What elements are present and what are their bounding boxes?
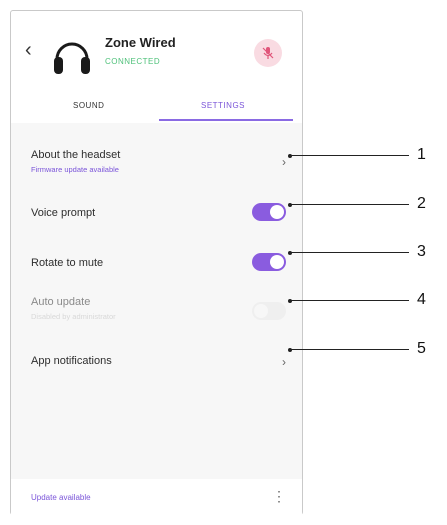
headset-icon xyxy=(54,42,90,74)
tab-bar: SOUND SETTINGS xyxy=(11,95,302,121)
voice-prompt-toggle[interactable] xyxy=(252,203,286,221)
rotate-to-mute-toggle[interactable] xyxy=(252,253,286,271)
callout-line-2 xyxy=(290,204,409,205)
tab-sound[interactable]: SOUND xyxy=(73,101,104,110)
update-available-link[interactable]: Update available xyxy=(31,493,91,502)
about-headset-label: About the headset xyxy=(31,149,121,161)
auto-update-row: Auto update Disabled by administrator xyxy=(31,296,286,321)
update-bar: Update available ⋮ xyxy=(11,479,302,515)
firmware-update-text: Firmware update available xyxy=(31,165,119,174)
app-header: ‹ Zone Wired CONNECTED xyxy=(11,11,302,95)
mic-muted-icon xyxy=(262,47,274,59)
settings-list: About the headset Firmware update availa… xyxy=(11,123,302,503)
connection-status: CONNECTED xyxy=(105,57,161,66)
callout-number-2: 2 xyxy=(417,195,426,212)
callout-line-5 xyxy=(290,349,409,350)
device-name: Zone Wired xyxy=(105,35,176,50)
chevron-right-icon: › xyxy=(282,355,286,369)
auto-update-subtext: Disabled by administrator xyxy=(31,312,116,321)
active-tab-indicator xyxy=(159,119,293,121)
app-notifications-label: App notifications xyxy=(31,355,112,367)
callout-line-3 xyxy=(290,252,409,253)
voice-prompt-label: Voice prompt xyxy=(31,207,96,219)
rotate-to-mute-label: Rotate to mute xyxy=(31,257,104,269)
mic-mute-button[interactable] xyxy=(254,39,282,67)
auto-update-label: Auto update xyxy=(31,296,91,308)
phone-frame: ‹ Zone Wired CONNECTED SOUND SETTINGS Ab… xyxy=(10,10,303,515)
callout-number-5: 5 xyxy=(417,340,426,357)
auto-update-toggle xyxy=(252,302,286,320)
callout-number-3: 3 xyxy=(417,243,426,260)
callout-number-1: 1 xyxy=(417,146,426,163)
callout-line-1 xyxy=(290,155,409,156)
callout-line-4 xyxy=(290,300,409,301)
back-icon[interactable]: ‹ xyxy=(25,39,32,62)
chevron-right-icon: › xyxy=(282,155,286,169)
tab-settings[interactable]: SETTINGS xyxy=(201,101,245,110)
app-notifications-row[interactable]: App notifications › xyxy=(31,355,286,369)
more-vertical-icon[interactable]: ⋮ xyxy=(272,489,286,503)
about-headset-row[interactable]: About the headset Firmware update availa… xyxy=(31,149,286,174)
voice-prompt-row: Voice prompt xyxy=(31,203,286,221)
callout-number-4: 4 xyxy=(417,291,426,308)
rotate-to-mute-row: Rotate to mute xyxy=(31,253,286,271)
